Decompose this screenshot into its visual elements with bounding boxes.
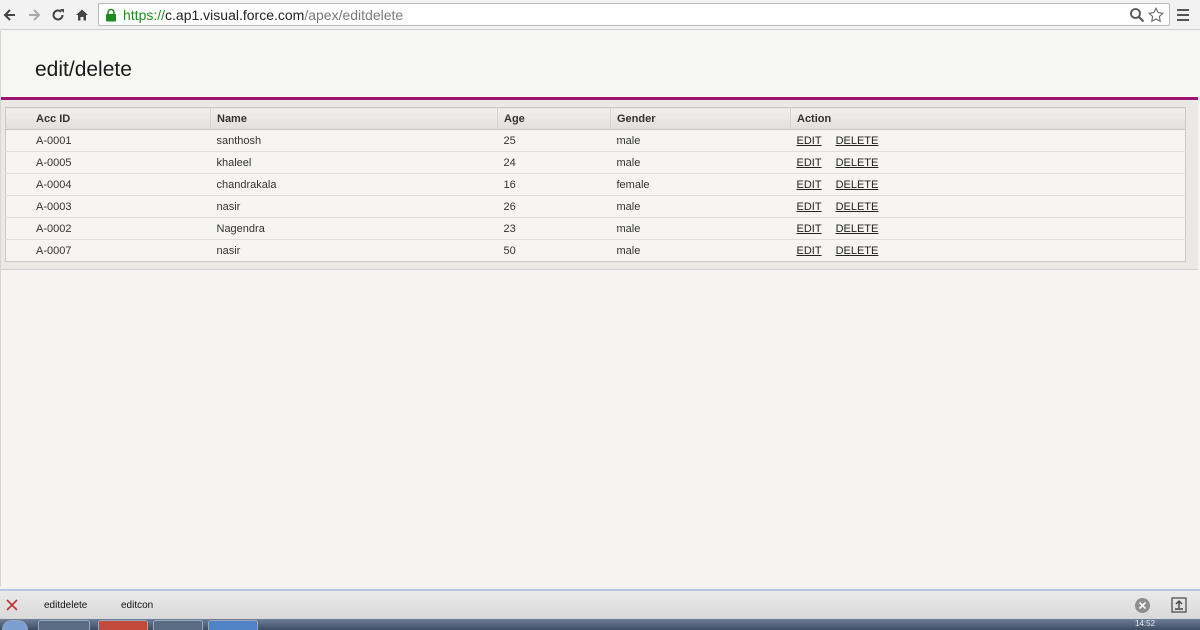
table-panel: Acc ID Name Age Gender Action A-0001 san… <box>1 100 1198 270</box>
close-icon[interactable] <box>5 598 19 617</box>
back-icon[interactable] <box>0 5 20 25</box>
action-cell: EDIT DELETE <box>790 151 1186 174</box>
delete-link[interactable]: DELETE <box>836 223 879 235</box>
name-cell: nasir <box>210 195 498 218</box>
edit-link[interactable]: EDIT <box>797 179 822 191</box>
delete-link[interactable]: DELETE <box>836 245 879 257</box>
column-header-name[interactable]: Name <box>210 107 498 130</box>
home-icon[interactable] <box>72 5 92 25</box>
taskbar-ie-button[interactable] <box>208 620 258 630</box>
accounts-table: Acc ID Name Age Gender Action A-0001 san… <box>5 107 1186 262</box>
age-cell: 23 <box>497 217 611 240</box>
footer-item-editdelete[interactable]: editdelete <box>44 600 87 611</box>
table-row: A-0004 chandrakala 16 female EDIT DELETE <box>5 173 1186 196</box>
edit-link[interactable]: EDIT <box>797 245 822 257</box>
edit-link[interactable]: EDIT <box>797 135 822 147</box>
action-cell: EDIT DELETE <box>790 217 1186 240</box>
table-row: A-0005 khaleel 24 male EDIT DELETE <box>5 151 1186 174</box>
footer-item-editcon[interactable]: editcon <box>121 600 153 611</box>
column-header-acc-id[interactable]: Acc ID <box>5 107 211 130</box>
gender-cell: male <box>610 195 791 218</box>
reload-icon[interactable] <box>48 5 68 25</box>
menu-icon[interactable] <box>1174 6 1192 24</box>
action-cell: EDIT DELETE <box>791 240 1186 262</box>
taskbar-clock: 14:52 <box>1135 619 1156 628</box>
browser-toolbar: https://c.ap1.visual.force.com/apex/edit… <box>0 0 1200 30</box>
bookmark-star-icon[interactable] <box>1148 6 1164 23</box>
acc-id-cell: A-0001 <box>5 129 211 152</box>
page-content: edit/delete Acc ID Name Age Gender Actio… <box>0 31 1200 587</box>
close-circle-icon[interactable] <box>1134 597 1151 619</box>
delete-link[interactable]: DELETE <box>836 157 879 169</box>
taskbar-app-button[interactable] <box>38 620 90 630</box>
os-taskbar: 14:52 <box>0 619 1200 630</box>
table-header-row: Acc ID Name Age Gender Action <box>5 107 1186 130</box>
name-cell: khaleel <box>210 151 498 174</box>
gender-cell: male <box>610 217 791 240</box>
acc-id-cell: A-0005 <box>5 151 211 174</box>
action-cell: EDIT DELETE <box>790 129 1186 152</box>
name-cell: santhosh <box>210 129 498 152</box>
taskbar-browser-button[interactable] <box>98 620 148 630</box>
upload-icon[interactable] <box>1171 597 1187 618</box>
age-cell: 25 <box>497 129 611 152</box>
age-cell: 16 <box>497 173 611 196</box>
acc-id-cell: A-0004 <box>5 173 211 196</box>
footer-bar: editdelete editcon <box>0 589 1200 619</box>
table-row: A-0003 nasir 26 male EDIT DELETE <box>5 195 1186 218</box>
gender-cell: male <box>616 244 641 257</box>
page-title: edit/delete <box>35 58 132 81</box>
gender-cell: male <box>610 129 791 152</box>
action-cell: EDIT DELETE <box>790 173 1186 196</box>
search-icon[interactable] <box>1129 7 1145 23</box>
acc-id-cell: A-0003 <box>5 195 211 218</box>
age-cell: 50 <box>503 244 516 257</box>
name-cell: chandrakala <box>210 173 498 196</box>
page-header: edit/delete <box>1 31 1200 99</box>
age-cell: 26 <box>497 195 611 218</box>
column-header-gender[interactable]: Gender <box>610 107 791 130</box>
name-cell: nasir <box>216 244 241 257</box>
address-bar[interactable]: https://c.ap1.visual.force.com/apex/edit… <box>98 3 1170 26</box>
name-cell: Nagendra <box>210 217 498 240</box>
start-button[interactable] <box>2 620 28 630</box>
gender-cell: male <box>610 151 791 174</box>
lock-icon <box>105 8 117 27</box>
taskbar-folder-button[interactable] <box>153 620 203 630</box>
column-header-action: Action <box>790 107 1186 130</box>
acc-id-cell: A-0002 <box>5 217 211 240</box>
delete-link[interactable]: DELETE <box>836 201 879 213</box>
edit-link[interactable]: EDIT <box>797 223 822 235</box>
gender-cell: female <box>610 173 791 196</box>
edit-link[interactable]: EDIT <box>797 157 822 169</box>
table-row: A-0002 Nagendra 23 male EDIT DELETE <box>5 217 1186 240</box>
column-header-age[interactable]: Age <box>497 107 611 130</box>
age-cell: 24 <box>497 151 611 174</box>
edit-link[interactable]: EDIT <box>797 201 822 213</box>
delete-link[interactable]: DELETE <box>836 135 879 147</box>
url-text: https://c.ap1.visual.force.com/apex/edit… <box>123 7 404 23</box>
table-row: A-0001 santhosh 25 male EDIT DELETE <box>5 129 1186 152</box>
forward-icon[interactable] <box>24 5 44 25</box>
table-row: A-0007 nasir 50 male EDIT DELETE <box>6 240 1186 262</box>
acc-id-cell: A-0007 <box>36 244 72 257</box>
delete-link[interactable]: DELETE <box>836 179 879 191</box>
action-cell: EDIT DELETE <box>790 195 1186 218</box>
